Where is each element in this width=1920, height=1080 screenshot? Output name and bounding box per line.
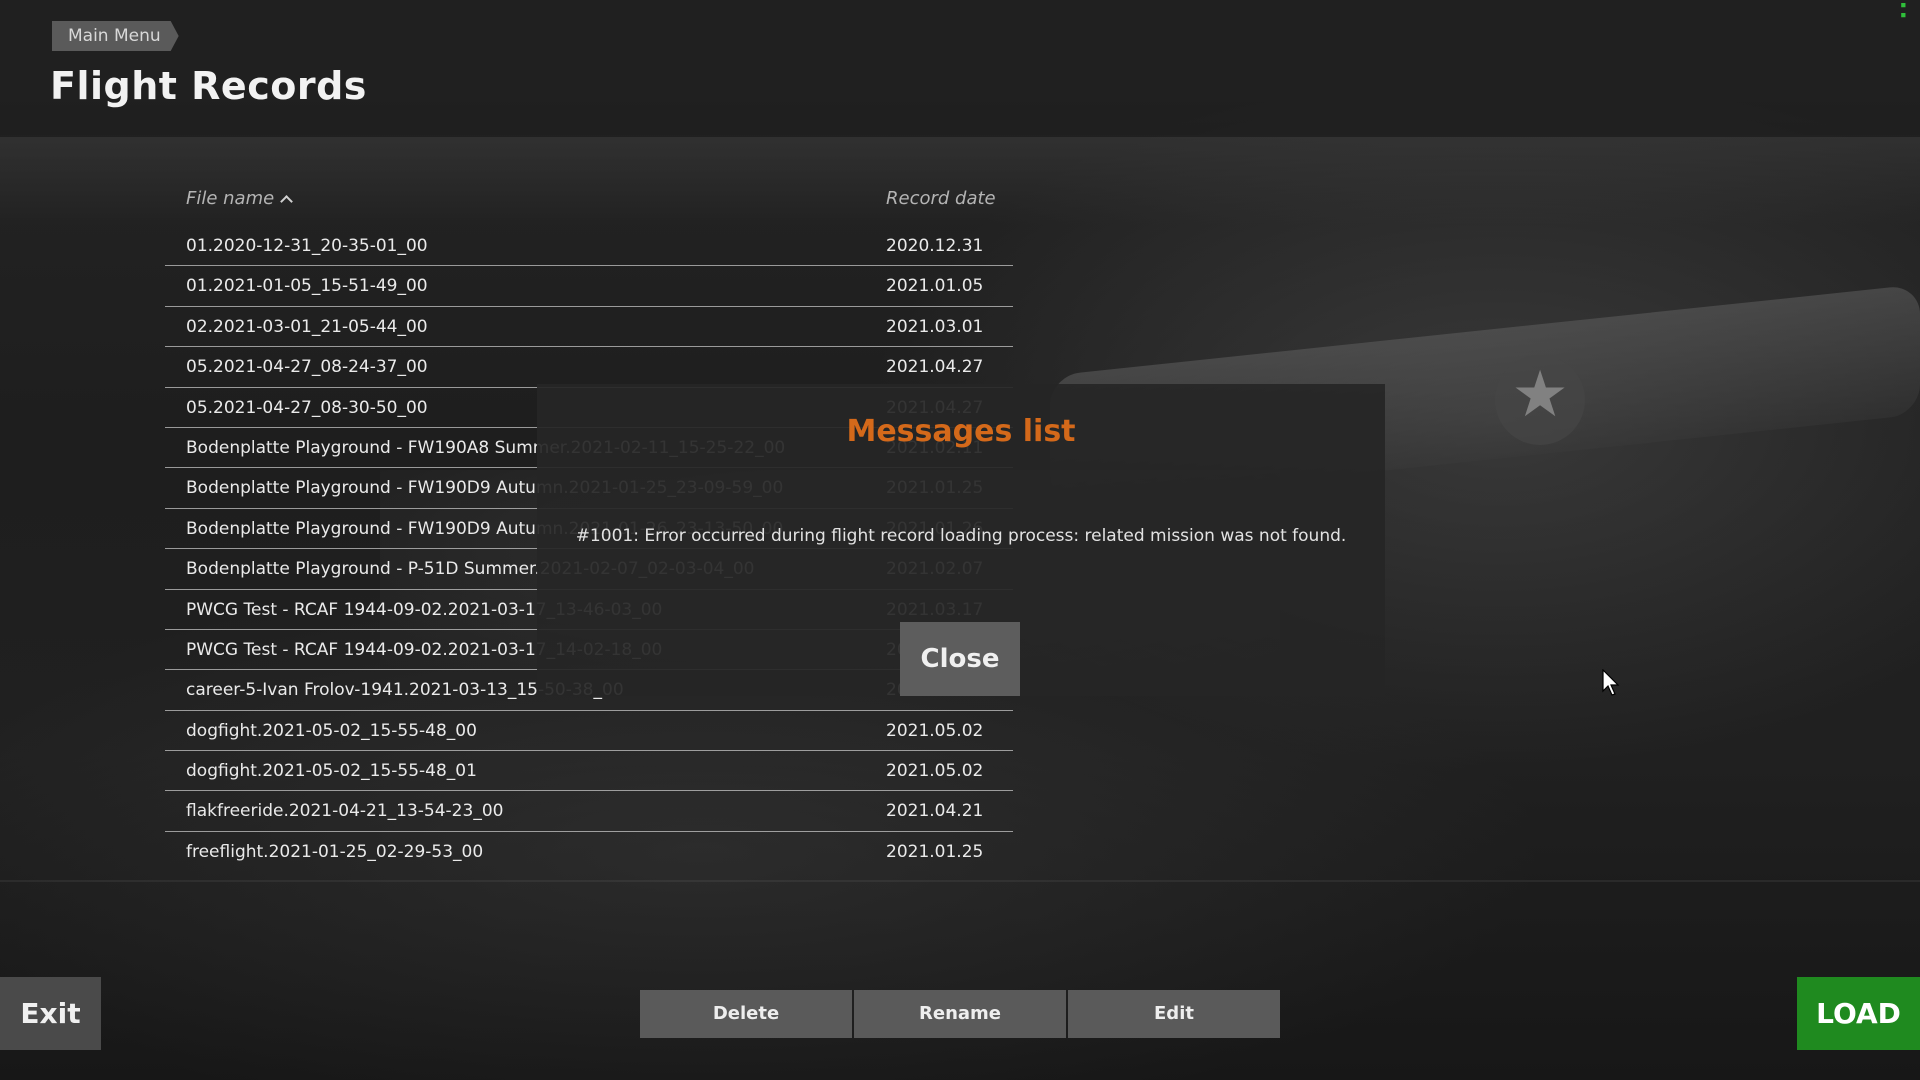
record-file-name: 01.2020-12-31_20-35-01_00	[186, 236, 428, 256]
floor-line-background	[0, 880, 1920, 882]
column-header-file-name[interactable]: File name	[186, 188, 294, 209]
delete-button[interactable]: Delete	[640, 990, 852, 1038]
breadcrumb-main-menu[interactable]: Main Menu	[52, 21, 179, 51]
record-file-name: 05.2021-04-27_08-24-37_00	[186, 357, 428, 378]
rename-button[interactable]: Rename	[854, 990, 1066, 1038]
mouse-pointer-icon	[1602, 669, 1620, 696]
record-file-name: dogfight.2021-05-02_15-55-48_00	[186, 720, 477, 741]
record-date: 2020.12.31	[886, 236, 984, 256]
record-date: 2021.03.01	[886, 316, 984, 337]
record-file-name: flakfreeride.2021-04-21_13-54-23_00	[186, 801, 504, 822]
exit-button[interactable]: Exit	[0, 977, 101, 1050]
flight-records-screen: ★ Main Menu Flight Records ▪ ▪ File name …	[0, 0, 1920, 1080]
table-row[interactable]: dogfight.2021-05-02_15-55-48_00 2021.05.0…	[165, 711, 1013, 752]
dialog-title: Messages list	[846, 414, 1076, 449]
close-button[interactable]: Close	[900, 622, 1020, 696]
table-row[interactable]: 01.2020-12-31_20-35-01_00 2020.12.31	[165, 226, 1013, 267]
edit-button[interactable]: Edit	[1068, 990, 1280, 1038]
record-date: 2021.04.27	[886, 357, 984, 378]
record-file-name: 01.2021-01-05_15-51-49_00	[186, 276, 428, 297]
table-header: File name Record date	[165, 178, 1013, 226]
record-date: 2021.01.05	[886, 276, 984, 297]
column-header-record-date[interactable]: Record date	[886, 188, 996, 209]
record-date: 2021.04.21	[886, 801, 984, 822]
load-button[interactable]: LOAD	[1797, 977, 1920, 1050]
chevron-up-icon	[280, 195, 294, 208]
table-row[interactable]: 02.2021-03-01_21-05-44_00 2021.03.01	[165, 307, 1013, 348]
table-row[interactable]: dogfight.2021-05-02_15-55-48_01 2021.05.0…	[165, 751, 1013, 792]
column-header-file-name-label: File name	[186, 188, 275, 209]
record-file-name: dogfight.2021-05-02_15-55-48_01	[186, 761, 477, 782]
table-row[interactable]: freeflight.2021-01-25_02-29-53_00 2021.01…	[165, 832, 1013, 872]
roundel-star-icon: ★	[1495, 355, 1585, 445]
messages-dialog: Messages list #1001: Error occurred duri…	[537, 384, 1385, 696]
record-file-name: freeflight.2021-01-25_02-29-53_00	[186, 841, 484, 862]
error-message: #1001: Error occurred during flight reco…	[575, 526, 1347, 546]
record-date: 2021.05.02	[886, 720, 984, 741]
record-file-name: 05.2021-04-27_08-30-50_00	[186, 397, 428, 418]
record-date: 2021.01.25	[886, 841, 984, 862]
table-row[interactable]: flakfreeride.2021-04-21_13-54-23_00 2021.…	[165, 791, 1013, 832]
table-row[interactable]: 05.2021-04-27_08-24-37_00 2021.04.27	[165, 347, 1013, 388]
table-row[interactable]: 01.2021-01-05_15-51-49_00 2021.01.05	[165, 266, 1013, 307]
page-title: Flight Records	[50, 64, 367, 108]
record-file-name: 02.2021-03-01_21-05-44_00	[186, 316, 428, 337]
fps-indicator: ▪ ▪	[1900, 0, 1907, 21]
record-date: 2021.05.02	[886, 761, 984, 782]
